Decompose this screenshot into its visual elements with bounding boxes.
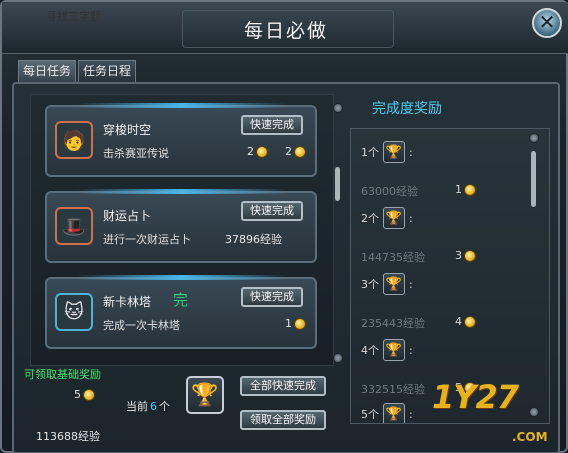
- scroll-thumb[interactable]: [335, 167, 340, 201]
- progress-exp: 235443经验: [361, 317, 425, 330]
- cat-portrait-icon: 🐱: [55, 293, 93, 331]
- progress-coin-count: 4: [455, 315, 462, 328]
- basic-reward-coin: 5: [74, 388, 95, 401]
- quick-complete-button[interactable]: 快速完成: [241, 287, 303, 307]
- window-title: 每日必做: [243, 20, 328, 42]
- reward-count: 2: [247, 145, 254, 158]
- gold-coin-icon: [256, 145, 268, 158]
- watermark-sub: .COM: [512, 430, 548, 444]
- reward-exp: 37896经验: [225, 233, 282, 246]
- scroll-up-icon[interactable]: [333, 103, 343, 113]
- gold-coin-icon: [464, 183, 476, 196]
- hero-portrait-icon: 🧑: [55, 121, 93, 159]
- task-card: 🎩 财运占卜 进行一次财运占卜 快速完成 37896经验: [45, 189, 317, 263]
- task-desc: 击杀赛亚传说: [103, 147, 169, 160]
- task-card: 🧑 穿梭时空 击杀赛亚传说 快速完成 2 2: [45, 103, 317, 177]
- basic-coin-count: 5: [74, 388, 81, 401]
- claim-all-button[interactable]: 领取全部奖励: [240, 410, 326, 430]
- tab-bar: 每日任务 任务日程: [18, 60, 137, 82]
- trophy-icon: 🏆: [383, 339, 405, 361]
- progress-row: 3个 🏆 :: [361, 273, 413, 295]
- tab-daily-tasks[interactable]: 每日任务: [18, 60, 77, 82]
- quick-complete-all-button[interactable]: 全部快速完成: [240, 376, 326, 396]
- watermark-logo: 1Y27: [432, 378, 519, 416]
- daily-window: 寻找三字题 每日必做 ✕ 每日任务 任务日程 🧑 穿梭时空 击杀赛亚传说 快速完…: [0, 0, 568, 453]
- current-prefix: 当前: [126, 400, 148, 413]
- reward-coin: 2: [247, 145, 268, 158]
- trophy-icon: 🏆: [186, 376, 224, 414]
- reward-count: 1: [285, 317, 292, 330]
- progress-exp: 144735经验: [361, 251, 425, 264]
- gold-coin-icon: [464, 249, 476, 262]
- progress-count: 2个: [361, 212, 379, 225]
- gold-coin-icon: [294, 145, 306, 158]
- progress-exp: 63000经验: [361, 185, 418, 198]
- progress-count: 3个: [361, 278, 379, 291]
- progress-sep: :: [409, 211, 413, 225]
- task-list-scrollbar[interactable]: [333, 103, 343, 363]
- scroll-down-icon[interactable]: [529, 407, 539, 417]
- fortune-portrait-icon: 🎩: [55, 207, 93, 245]
- current-count: 当前 6 个: [126, 398, 170, 414]
- progress-sep: :: [409, 407, 413, 421]
- progress-count: 4个: [361, 344, 379, 357]
- reward-coin: 1: [285, 317, 306, 330]
- progress-count: 5个: [361, 408, 379, 421]
- close-icon[interactable]: ✕: [532, 8, 562, 38]
- progress-row: 2个 🏆 :: [361, 207, 413, 229]
- basic-reward-title: 可领取基础奖励: [24, 368, 101, 381]
- progress-list-scrollbar[interactable]: [529, 133, 539, 419]
- progress-coin: 4: [455, 315, 476, 328]
- scroll-down-icon[interactable]: [333, 353, 343, 363]
- progress-coin-count: 1: [455, 183, 462, 196]
- gold-coin-icon: [83, 388, 95, 401]
- trophy-icon: 🏆: [383, 141, 405, 163]
- progress-exp: 332515经验: [361, 383, 425, 396]
- task-card: 🐱 新卡林塔 完 完成一次卡林塔 快速完成 1: [45, 275, 317, 349]
- progress-coin: 1: [455, 183, 476, 196]
- progress-row: 1个 🏆 :: [361, 141, 413, 163]
- progress-sep: :: [409, 277, 413, 291]
- gold-coin-icon: [294, 317, 306, 330]
- task-name: 新卡林塔: [103, 295, 152, 309]
- progress-count: 1个: [361, 146, 379, 159]
- task-name: 财运占卜: [103, 209, 152, 223]
- current-suffix: 个: [159, 400, 170, 413]
- progress-sep: :: [409, 343, 413, 357]
- progress-row: 5个 🏆 :: [361, 403, 413, 423]
- quick-complete-button[interactable]: 快速完成: [241, 201, 303, 221]
- task-desc: 完成一次卡林塔: [103, 319, 180, 332]
- current-value: 6: [150, 400, 157, 413]
- progress-row: 4个 🏆 :: [361, 339, 413, 361]
- progress-coin: 3: [455, 249, 476, 262]
- progress-coin-count: 3: [455, 249, 462, 262]
- reward-coin: 2: [285, 145, 306, 158]
- trophy-icon: 🏆: [383, 273, 405, 295]
- scroll-up-icon[interactable]: [529, 133, 539, 143]
- progress-reward-title: 完成度奖励: [372, 101, 442, 117]
- task-desc: 进行一次财运占卜: [103, 233, 191, 246]
- basic-reward-exp: 113688经验: [36, 430, 100, 443]
- task-name: 穿梭时空: [103, 123, 152, 137]
- tab-task-schedule[interactable]: 任务日程: [78, 60, 137, 82]
- trophy-icon: 🏆: [383, 207, 405, 229]
- gold-coin-icon: [464, 315, 476, 328]
- progress-sep: :: [409, 145, 413, 159]
- reward-count: 2: [285, 145, 292, 158]
- task-list: 🧑 穿梭时空 击杀赛亚传说 快速完成 2 2 🎩 财运占卜 进行一次财运占卜 快…: [30, 94, 343, 366]
- trophy-icon: 🏆: [383, 403, 405, 423]
- quick-complete-button[interactable]: 快速完成: [241, 115, 303, 135]
- done-mark: 完: [173, 291, 189, 309]
- title-bar: 寻找三字题 每日必做: [2, 2, 568, 54]
- scroll-thumb[interactable]: [531, 151, 536, 207]
